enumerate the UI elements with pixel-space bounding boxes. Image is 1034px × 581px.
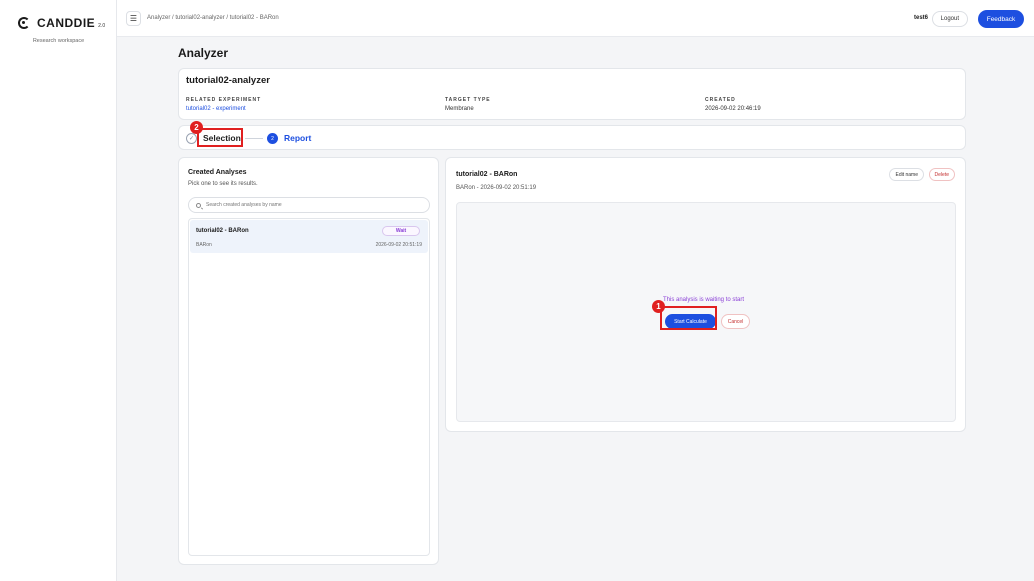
analysis-date: 2026-09-02 20:51:19 [375,242,422,248]
logo-text: CANDDIE [37,16,96,30]
related-experiment-label: RELATED EXPERIMENT [186,97,262,103]
search-input[interactable] [206,202,406,208]
annotation-badge-2: 2 [190,121,203,134]
analysis-name: tutorial02 - BARon [196,228,249,234]
feedback-button[interactable]: Feedback [978,10,1024,28]
detail-title: tutorial02 - BARon [456,171,518,178]
analyses-list: tutorial02 - BARon Wait BARon 2026-09-02… [188,218,430,556]
edit-name-button[interactable]: Edit name [889,168,924,181]
username: test6 [913,15,928,21]
search-box[interactable] [188,197,430,213]
created-label: CREATED [705,97,736,103]
step-connector [245,138,263,139]
top-bar: ☰ Analyzer / tutorial02-analyzer / tutor… [117,0,1034,37]
analysis-type: BARon [196,242,212,248]
step-number-badge: 2 [267,133,278,144]
breadcrumb[interactable]: Analyzer / tutorial02-analyzer / tutoria… [147,15,279,21]
search-icon [196,202,201,208]
created-analyses-title: Created Analyses [188,169,247,176]
delete-button[interactable]: Delete [928,168,955,181]
check-icon: ✓ [186,133,197,144]
workspace-label: Research workspace [32,38,85,44]
analysis-detail-panel: tutorial02 - BARon BARon - 2026-09-02 20… [445,157,966,432]
detail-subtitle: BARon - 2026-09-02 20:51:19 [456,185,537,191]
waiting-message: This analysis is waiting to start [663,297,745,303]
sidebar: CANDDIE 2.0 Research workspace [0,0,117,581]
step-report[interactable]: Report [284,133,311,143]
created-value: 2026-09-02 20:46:19 [705,106,761,112]
cancel-button[interactable]: Cancel [721,314,750,329]
related-experiment: RELATED EXPERIMENT tutorial02 - experime… [186,97,261,112]
app-logo[interactable]: CANDDIE 2.0 [18,16,105,30]
list-item[interactable]: tutorial02 - BARon Wait BARon 2026-09-02… [190,220,428,253]
status-badge: Wait [382,226,420,236]
page-title: Analyzer [178,46,229,60]
logo-icon [18,17,30,29]
target-type-label: TARGET TYPE [445,97,491,103]
created-analyses-panel: Created Analyses Pick one to see its res… [178,157,439,565]
logout-button[interactable]: Logout [931,11,968,27]
annotation-badge-1: 1 [652,300,665,313]
target-type: TARGET TYPE Membrane [445,97,491,112]
step-indicator: ✓ Selection 2 Report [178,125,966,150]
created-analyses-subtitle: Pick one to see its results. [188,181,258,187]
target-type-value: Membrane [445,106,474,112]
related-experiment-link[interactable]: tutorial02 - experiment [186,106,261,112]
start-calculate-highlight [660,306,717,330]
selection-highlight [197,128,243,147]
created: CREATED 2026-09-02 20:46:19 [705,97,761,112]
hamburger-icon: ☰ [129,14,138,23]
app-version: 2.0 [98,22,106,29]
analyzer-name: tutorial02-analyzer [186,75,270,86]
analyzer-info-card: tutorial02-analyzer RELATED EXPERIMENT t… [178,68,966,120]
menu-toggle-button[interactable]: ☰ [126,11,141,26]
